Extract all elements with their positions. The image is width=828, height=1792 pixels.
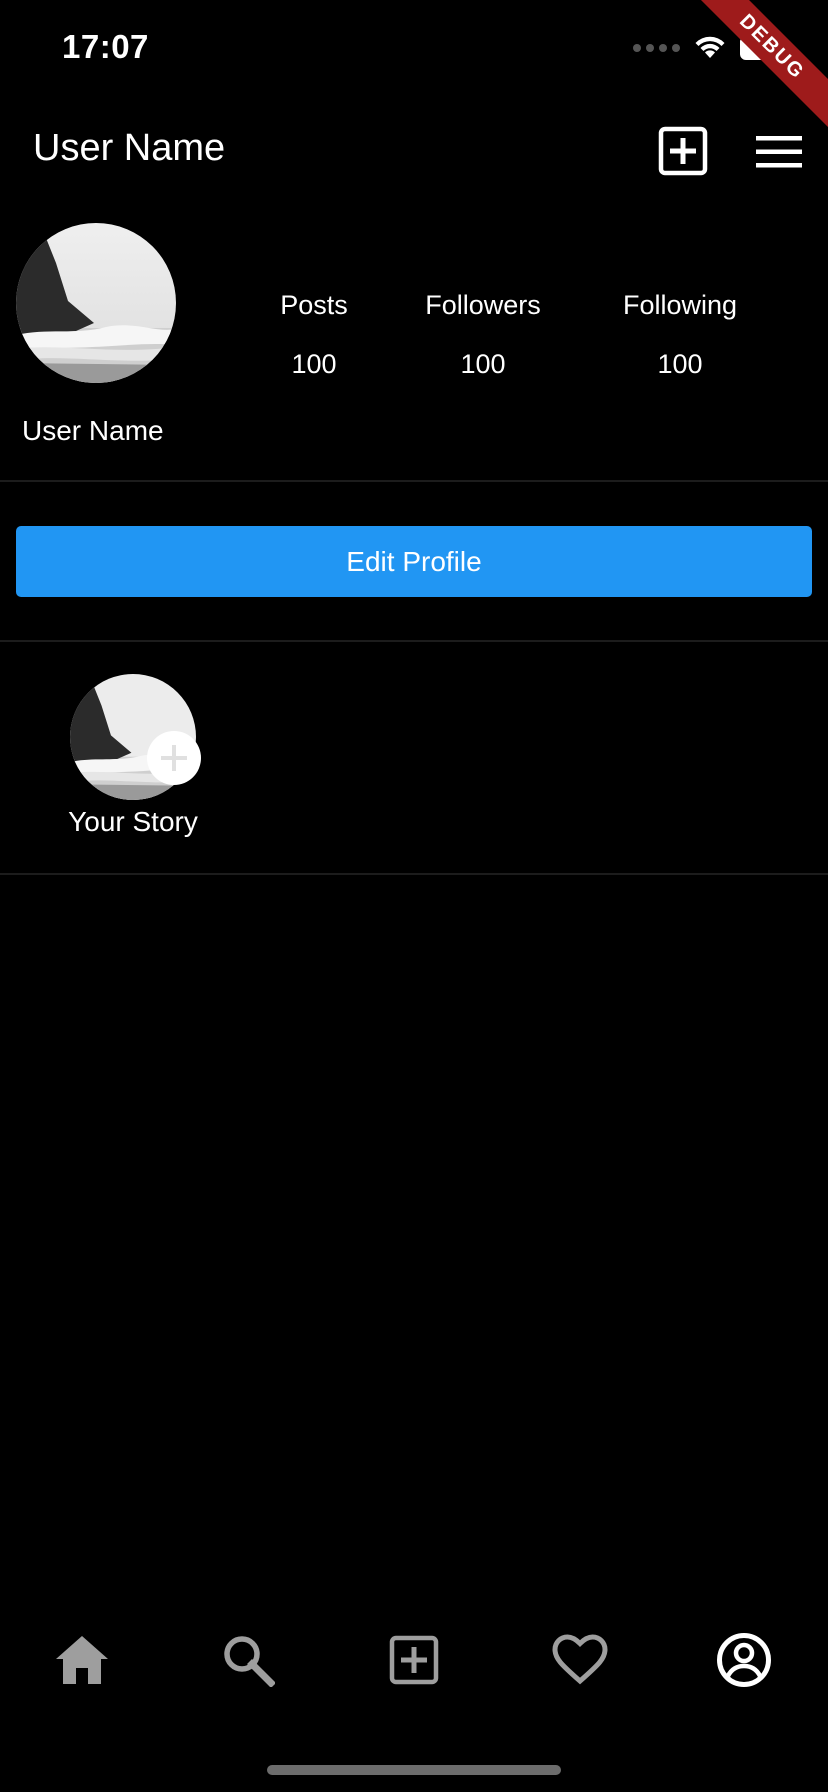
nav-home[interactable]: [52, 1630, 112, 1690]
story-label: Your Story: [68, 806, 198, 837]
nav-add[interactable]: [384, 1630, 444, 1690]
stat-posts[interactable]: Posts 100: [234, 290, 394, 380]
nav-profile[interactable]: [714, 1630, 774, 1690]
add-box-icon: [658, 126, 708, 176]
edit-profile-button[interactable]: Edit Profile: [16, 526, 812, 597]
debug-banner: DEBUG: [689, 0, 828, 130]
stat-followers[interactable]: Followers 100: [403, 290, 563, 380]
signal-icon: [633, 44, 680, 52]
plus-icon: [161, 745, 187, 771]
heart-icon: [552, 1634, 608, 1685]
stat-label: Posts: [280, 290, 348, 320]
avatar[interactable]: [16, 223, 176, 383]
home-indicator[interactable]: [267, 1765, 561, 1775]
stat-value: 100: [291, 349, 337, 379]
stat-following[interactable]: Following 100: [600, 290, 760, 380]
page-title: User Name: [33, 127, 226, 169]
new-post-button[interactable]: [658, 126, 708, 176]
divider: [0, 480, 828, 482]
divider: [0, 640, 828, 642]
stat-label: Following: [622, 290, 738, 320]
menu-button[interactable]: [754, 130, 804, 174]
account-circle-icon: [717, 1633, 771, 1687]
add-box-icon: [389, 1635, 439, 1685]
stat-value: 100: [657, 349, 703, 379]
nav-activity[interactable]: [550, 1630, 610, 1690]
stat-label: Followers: [425, 290, 541, 320]
menu-icon: [756, 136, 802, 168]
profile-name: User Name: [22, 415, 164, 446]
stat-value: 100: [460, 349, 506, 379]
wifi-icon: [695, 36, 725, 58]
search-icon: [224, 1636, 275, 1687]
nav-search[interactable]: [218, 1630, 278, 1690]
add-story-button[interactable]: [147, 731, 201, 785]
status-time: 17:07: [62, 28, 149, 65]
profile-photo: [16, 223, 176, 383]
home-icon: [56, 1636, 108, 1684]
divider: [0, 873, 828, 875]
